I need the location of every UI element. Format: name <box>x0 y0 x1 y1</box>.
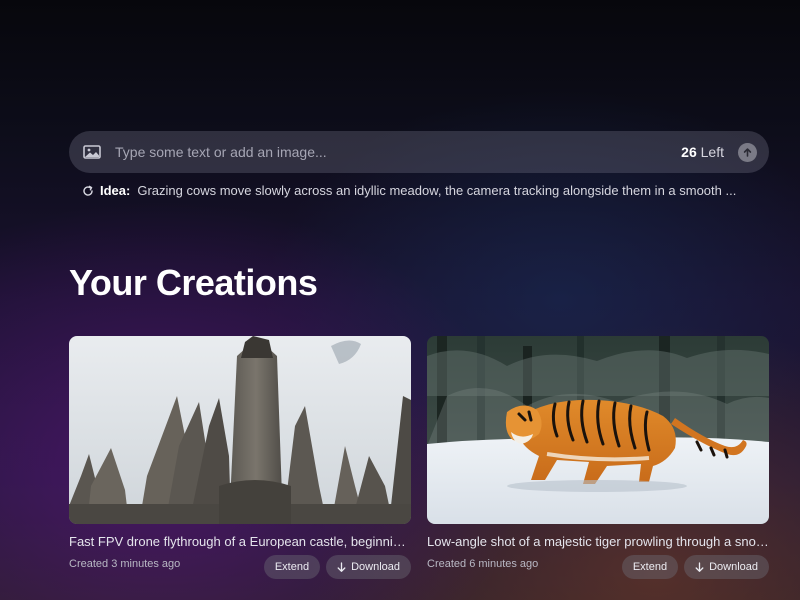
creation-card: Low-angle shot of a majestic tiger prowl… <box>427 336 769 579</box>
section-title: Your Creations <box>69 262 318 303</box>
extend-button[interactable]: Extend <box>263 555 321 579</box>
extend-label: Extend <box>632 561 668 573</box>
idea-label: Idea: <box>100 183 131 198</box>
submit-button[interactable] <box>738 142 757 162</box>
download-button[interactable]: Download <box>684 555 769 579</box>
download-label: Download <box>351 561 400 573</box>
created-timestamp: Created 6 minutes ago <box>427 558 539 570</box>
castle-video-thumbnail[interactable] <box>69 336 411 524</box>
tiger-video-thumbnail[interactable] <box>427 336 769 524</box>
idea-suggestion[interactable]: Grazing cows move slowly across an idyll… <box>137 183 736 198</box>
extend-label: Extend <box>274 561 310 573</box>
download-label: Download <box>709 561 758 573</box>
download-button[interactable]: Download <box>326 555 411 579</box>
prompt-input[interactable] <box>115 131 682 173</box>
creation-title[interactable]: Low-angle shot of a majestic tiger prowl… <box>427 534 769 549</box>
credits-suffix: Left <box>696 144 724 160</box>
credits-count: 26 <box>681 144 697 160</box>
credits-counter: 26 Left <box>681 144 724 160</box>
refresh-icon[interactable] <box>82 185 94 197</box>
creation-title[interactable]: Fast FPV drone flythrough of a European … <box>69 534 411 549</box>
extend-button[interactable]: Extend <box>621 555 679 579</box>
creation-card: Fast FPV drone flythrough of a European … <box>69 336 411 579</box>
image-icon[interactable] <box>83 145 101 159</box>
idea-row: Idea: Grazing cows move slowly across an… <box>82 183 772 198</box>
arrow-up-icon <box>742 147 753 158</box>
prompt-bar: 26 Left <box>69 131 769 173</box>
download-icon <box>695 561 704 573</box>
created-timestamp: Created 3 minutes ago <box>69 558 181 570</box>
download-icon <box>337 561 346 573</box>
